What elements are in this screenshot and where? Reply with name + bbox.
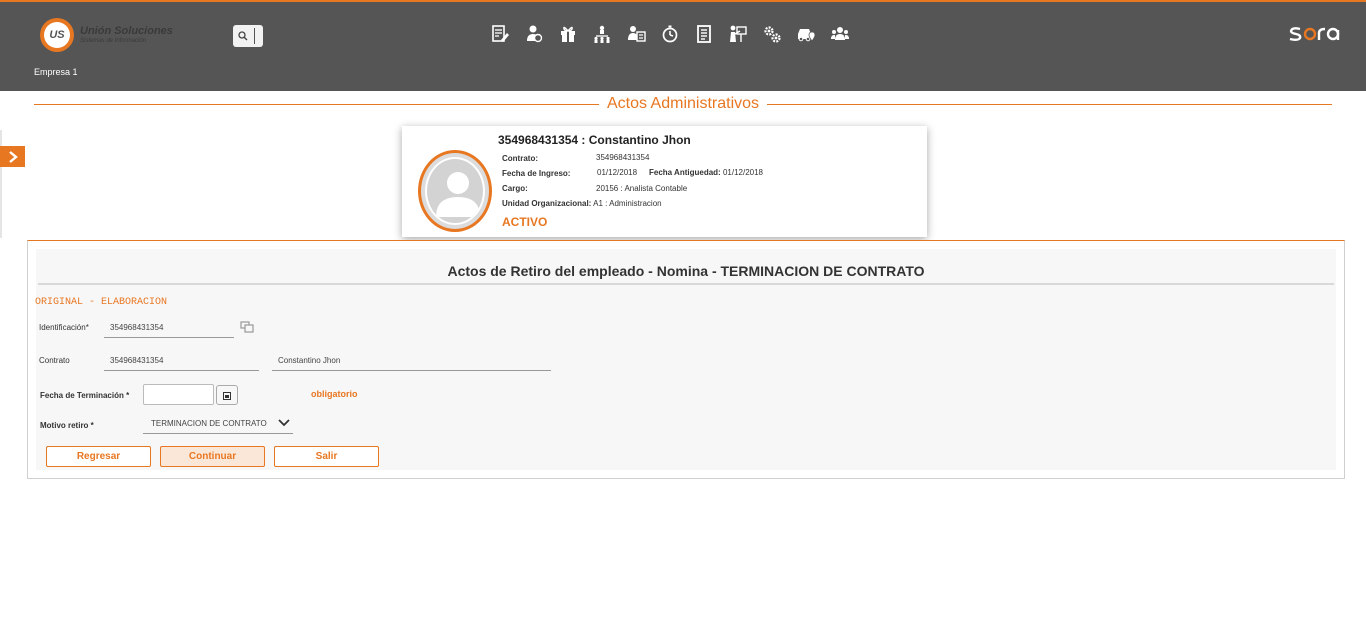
- antiguedad-value: 01/12/2018: [722, 168, 763, 177]
- company-logo[interactable]: US Unión Soluciones Sistemas de Informac…: [40, 18, 173, 52]
- contrato-label: Contrato: [39, 356, 70, 365]
- calendar-button[interactable]: [216, 385, 238, 405]
- required-note: obligatorio: [311, 389, 358, 399]
- form-title: Actos de Retiro del empleado - Nomina - …: [447, 263, 925, 279]
- employee-card: 354968431354 : Constantino Jhon Contrato…: [402, 126, 927, 237]
- document-state: ORIGINAL - ELABORACION: [35, 297, 168, 308]
- unidad-value: A1 : Administracion: [593, 199, 662, 208]
- divider: [767, 103, 1332, 105]
- search-divider: [254, 28, 255, 44]
- status-badge: ACTIVO: [502, 215, 548, 229]
- unidad-label: Unidad Organizacional:: [502, 199, 592, 208]
- contrato-name-field: Constantino Jhon: [272, 356, 551, 371]
- gift-icon[interactable]: [551, 23, 585, 45]
- brand-wordmark: [1289, 27, 1340, 41]
- chevron-down-icon: [278, 419, 290, 427]
- top-bar: US Unión Soluciones Sistemas de Informac…: [0, 0, 1366, 91]
- cargo-label: Cargo:: [502, 184, 528, 193]
- back-button[interactable]: Regresar: [46, 446, 151, 467]
- logo-title: Unión Soluciones: [80, 24, 173, 37]
- contrato-field[interactable]: 354968431354: [104, 356, 259, 371]
- contrato-label: Contrato:: [502, 154, 538, 163]
- copy-icon[interactable]: [240, 320, 254, 338]
- ingreso-label: Fecha de Ingreso:: [502, 169, 571, 178]
- settings-gears-icon[interactable]: [755, 23, 789, 45]
- document-edit-icon[interactable]: [483, 23, 517, 45]
- company-name: Empresa 1: [34, 67, 78, 77]
- motivo-retiro-select[interactable]: TERMINACION DE CONTRATO: [143, 416, 293, 434]
- user-silhouette-icon: [436, 172, 480, 217]
- logo-subtitle: Sistemas de Información: [80, 37, 147, 44]
- ingreso-value: 01/12/2018: [597, 168, 638, 177]
- cargo-value: 20156 : Analista Contable: [596, 184, 688, 193]
- page-title: Actos Administrativos: [606, 95, 760, 112]
- calendar-icon: [223, 391, 231, 400]
- exit-button[interactable]: Salir: [274, 446, 379, 467]
- stopwatch-icon[interactable]: [653, 23, 687, 45]
- training-icon[interactable]: [721, 23, 755, 45]
- logo-badge: US: [40, 18, 74, 52]
- sidebar-toggle-button[interactable]: [0, 146, 25, 167]
- identificacion-field[interactable]: 354968431354: [104, 323, 234, 338]
- employee-name: 354968431354 : Constantino Jhon: [498, 133, 691, 147]
- fecha-terminacion-input[interactable]: [143, 384, 214, 405]
- divider: [34, 103, 599, 105]
- search-button[interactable]: [233, 25, 263, 47]
- employee-card-icon[interactable]: [619, 23, 653, 45]
- continue-button[interactable]: Continuar: [160, 446, 265, 467]
- org-chart-icon[interactable]: [585, 23, 619, 45]
- divider: [38, 283, 1334, 285]
- section-header: Actos Administrativos: [34, 94, 1332, 114]
- fecha-terminacion-label: Fecha de Terminación *: [40, 391, 130, 400]
- identificacion-label: Identificación*: [39, 323, 89, 332]
- contrato-value: 354968431354: [596, 153, 650, 162]
- brand-logo: [1288, 22, 1344, 44]
- motivo-retiro-value: TERMINACION DE CONTRATO: [151, 419, 267, 428]
- employee-money-icon[interactable]: [517, 23, 551, 45]
- team-icon[interactable]: [823, 23, 857, 45]
- retirement-form-panel: Actos de Retiro del empleado - Nomina - …: [27, 240, 1345, 479]
- motivo-retiro-label: Motivo retiro *: [40, 421, 94, 430]
- chevron-right-icon: [8, 150, 18, 163]
- logo-mark: US: [44, 22, 70, 48]
- report-icon[interactable]: [687, 23, 721, 45]
- vehicle-location-icon[interactable]: [789, 23, 823, 45]
- module-nav: [483, 23, 857, 45]
- search-icon: [238, 31, 248, 41]
- antiguedad-label: Fecha Antiguedad:: [649, 168, 721, 177]
- avatar: [418, 150, 492, 232]
